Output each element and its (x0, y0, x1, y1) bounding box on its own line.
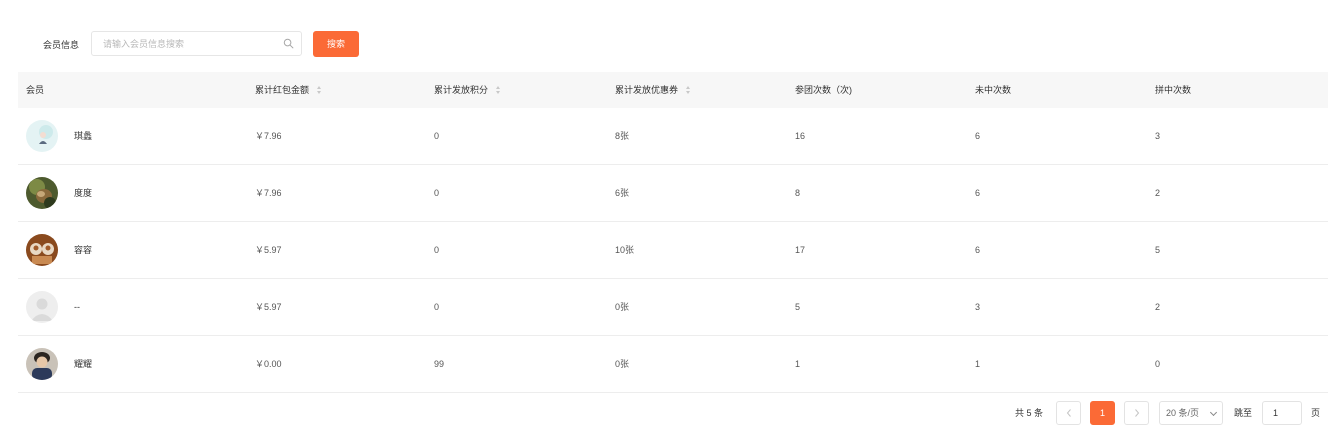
points-issued: 99 (434, 359, 445, 369)
member-name: -- (74, 302, 80, 312)
points-issued: 0 (434, 302, 440, 312)
miss-count: 6 (975, 245, 981, 255)
table-row: 耀耀 ￥0.00 99 0张 1 1 0 (18, 336, 1328, 393)
points-issued: 0 (434, 188, 440, 198)
next-page-button[interactable] (1124, 401, 1149, 425)
red-packet-amount: ￥7.96 (255, 131, 282, 141)
pagination: 共 5 条 1 20 条/页 跳至 1 页 (0, 401, 1334, 426)
table-row: 度度 ￥7.96 0 6张 8 6 2 (18, 165, 1328, 222)
page-suffix-label: 页 (1311, 408, 1321, 418)
search-button[interactable]: 搜索 (313, 31, 359, 57)
miss-count: 6 (975, 188, 981, 198)
table-row: -- ￥5.97 0 0张 5 3 2 (18, 279, 1328, 336)
points-issued: 0 (434, 131, 440, 141)
coupons-issued: 10张 (615, 245, 635, 255)
coupons-issued: 6张 (615, 188, 630, 198)
red-packet-amount: ￥7.96 (255, 188, 282, 198)
column-header-member: 会员 (26, 85, 45, 95)
avatar (26, 120, 58, 152)
search-field[interactable] (91, 31, 302, 56)
member-name: 容容 (74, 245, 93, 255)
member-name: 耀耀 (74, 359, 93, 369)
group-count: 8 (795, 188, 801, 198)
sort-icon[interactable] (686, 86, 692, 94)
coupons-issued: 0张 (615, 359, 630, 369)
chevron-left-icon (1066, 409, 1071, 417)
group-count: 16 (795, 131, 806, 141)
search-bar: 会员信息 搜索 (0, 31, 400, 57)
points-issued: 0 (434, 245, 440, 255)
search-icon[interactable] (283, 38, 294, 49)
column-header-miss-count: 未中次数 (975, 85, 1012, 95)
chevron-down-icon (1209, 408, 1218, 417)
sort-icon[interactable] (496, 86, 502, 94)
red-packet-amount: ￥5.97 (255, 302, 282, 312)
win-count: 0 (1155, 359, 1161, 369)
group-count: 17 (795, 245, 806, 255)
win-count: 2 (1155, 188, 1161, 198)
search-label: 会员信息 (43, 40, 80, 50)
column-header-group-count: 参团次数（次) (795, 85, 852, 95)
coupons-issued: 8张 (615, 131, 630, 141)
page-size-value: 20 条/页 (1166, 408, 1200, 418)
member-name: 琪蠡 (74, 131, 93, 141)
column-header-red-packet[interactable]: 累计红包金额 (255, 72, 323, 108)
sort-icon[interactable] (317, 86, 323, 94)
page-number-button[interactable]: 1 (1090, 401, 1115, 425)
jump-label: 跳至 (1234, 408, 1253, 418)
page-size-select[interactable]: 20 条/页 (1159, 401, 1223, 425)
table-row: 琪蠡 ￥7.96 0 8张 16 6 3 (18, 108, 1328, 165)
default-avatar-icon (26, 291, 58, 323)
total-count: 共 5 条 (1015, 408, 1044, 418)
win-count: 2 (1155, 302, 1161, 312)
chevron-right-icon (1134, 409, 1139, 417)
avatar (26, 234, 58, 266)
prev-page-button[interactable] (1056, 401, 1081, 425)
group-count: 5 (795, 302, 801, 312)
table-header: 会员 累计红包金额 累计发放积分 累计发放优惠券 参团次数（次) 未中次数 拼中… (18, 72, 1328, 108)
avatar (26, 348, 58, 380)
red-packet-amount: ￥5.97 (255, 245, 282, 255)
miss-count: 3 (975, 302, 981, 312)
miss-count: 1 (975, 359, 981, 369)
jump-page-input[interactable]: 1 (1262, 401, 1302, 425)
avatar (26, 177, 58, 209)
column-header-win-count: 拼中次数 (1155, 85, 1192, 95)
search-input[interactable] (92, 32, 277, 55)
win-count: 3 (1155, 131, 1161, 141)
coupons-issued: 0张 (615, 302, 630, 312)
win-count: 5 (1155, 245, 1161, 255)
group-count: 1 (795, 359, 801, 369)
table-row: 容容 ￥5.97 0 10张 17 6 5 (18, 222, 1328, 279)
column-header-points[interactable]: 累计发放积分 (434, 72, 502, 108)
red-packet-amount: ￥0.00 (255, 359, 282, 369)
member-table: 会员 累计红包金额 累计发放积分 累计发放优惠券 参团次数（次) 未中次数 拼中… (18, 72, 1328, 393)
member-name: 度度 (74, 188, 93, 198)
column-header-coupons[interactable]: 累计发放优惠券 (615, 72, 692, 108)
miss-count: 6 (975, 131, 981, 141)
